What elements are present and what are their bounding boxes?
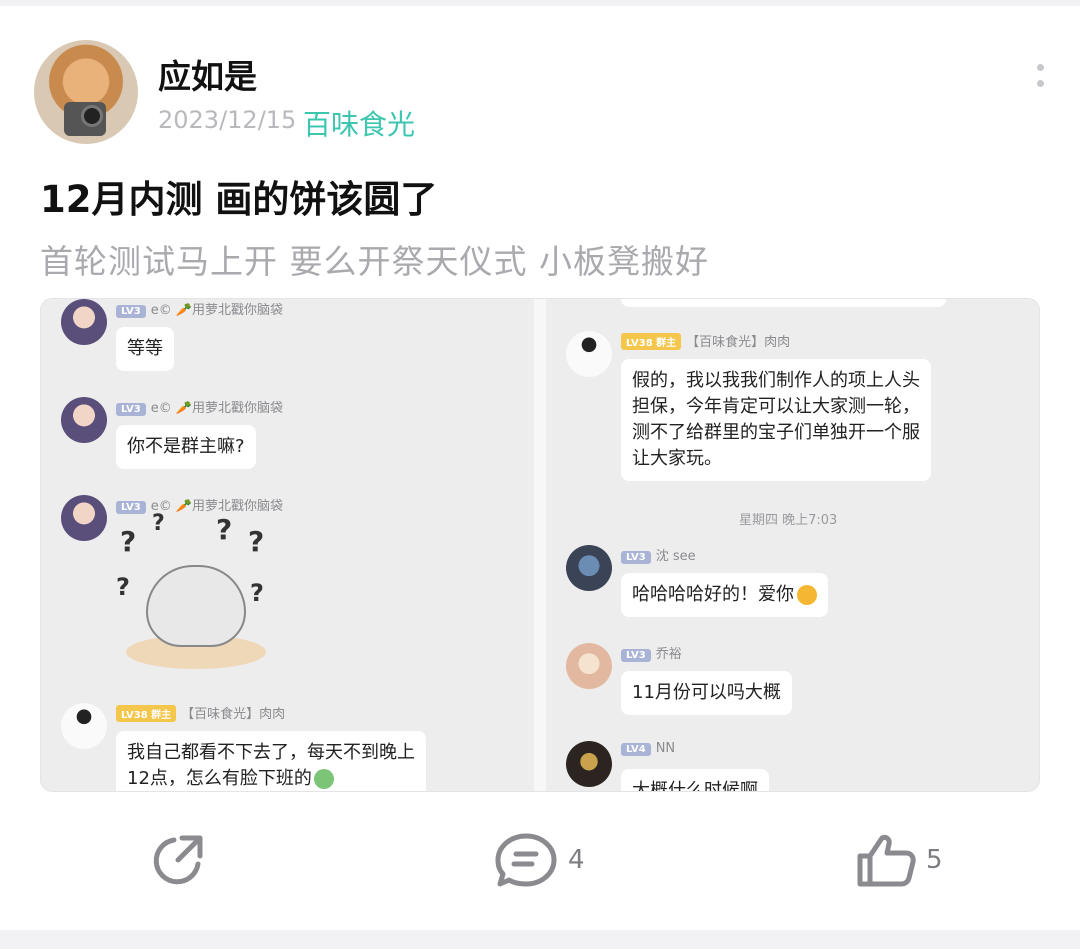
level-badge: LV3 <box>116 403 146 416</box>
chat-line: 12点，怎么有脸下班的 <box>127 766 415 791</box>
chat-bubble: 假的，我以我我们制作人的项上人头 担保，今年肯定可以让大家测一轮， 测不了给群里… <box>621 359 931 481</box>
heart-eyes-emoji-icon <box>797 585 817 605</box>
user-avatar[interactable] <box>34 40 138 144</box>
chat-pane-right: LV38 群主 【百味食光】肉肉 假的，我以我我们制作人的项上人头 担保，今年肯定… <box>546 299 1039 791</box>
chat-sender: e© 🥕用萝北戳你脑袋 <box>150 401 284 416</box>
level-badge: LV3 <box>116 305 146 318</box>
post-date: 2023/12/15 <box>158 106 297 134</box>
post-subtitle: 首轮测试马上开 要么开祭天仪式 小板凳搬好 <box>40 242 709 281</box>
chat-sender: e© 🥕用萝北戳你脑袋 <box>150 303 284 318</box>
chat-meta: LV38 群主 【百味食光】肉肉 <box>116 703 285 722</box>
chat-avatar <box>566 545 612 591</box>
like-button[interactable]: 5 <box>856 830 943 890</box>
chat-bubble: 哈哈哈哈好的！爱你 <box>621 573 828 617</box>
chat-bubble: 11月份可以吗大概 <box>621 671 792 715</box>
pane-divider <box>534 299 546 791</box>
post-image-chat-screenshot[interactable]: LV3 e© 🥕用萝北戳你脑袋 等等 LV3 e© 🥕用萝北戳你脑袋 你不是群主嘛?… <box>40 298 1040 792</box>
chat-sender: NN <box>655 741 676 756</box>
chat-avatar <box>61 299 107 345</box>
level-badge: LV3 <box>116 501 146 514</box>
confused-cat-sticker: ? ? ? ? ? ? <box>116 511 276 677</box>
share-button[interactable] <box>148 830 208 890</box>
level-badge: LV3 <box>621 649 651 662</box>
chat-text: 哈哈哈哈好的！爱你 <box>632 584 794 605</box>
chat-timestamp: 星期四 晚上7:03 <box>739 513 838 528</box>
chat-avatar <box>566 643 612 689</box>
chat-bubble: 大概什么时候啊 <box>621 769 769 791</box>
chat-sender: e© 🥕用萝北戳你脑袋 <box>150 499 284 514</box>
level-badge: LV4 <box>621 743 651 756</box>
chat-pane-left: LV3 e© 🥕用萝北戳你脑袋 等等 LV3 e© 🥕用萝北戳你脑袋 你不是群主嘛?… <box>41 299 534 791</box>
chat-line: 假的，我以我我们制作人的项上人头 <box>632 370 920 391</box>
chat-line: 我自己都看不下去了，每天不到晚上 <box>127 742 415 763</box>
chat-text: 12点，怎么有脸下班的 <box>127 768 312 789</box>
chat-line: 测不了给群里的宝子们单独开一个服 <box>632 422 920 443</box>
chat-bubble: 等等 <box>116 327 174 371</box>
chat-meta: LV38 群主 【百味食光】肉肉 <box>621 331 790 350</box>
chat-bubble: 你不是群主嘛? <box>116 425 256 469</box>
level-badge: LV38 群主 <box>621 333 682 350</box>
chat-bubble-partial <box>621 299 946 307</box>
channel-link[interactable]: 百味食光 <box>303 103 415 143</box>
chat-avatar <box>566 741 612 787</box>
level-badge: LV38 群主 <box>116 705 177 722</box>
emoji-icon <box>313 769 334 789</box>
post-title: 12月内测 画的饼该圆了 <box>40 178 438 221</box>
chat-avatar <box>61 703 107 749</box>
chat-bubble: 我自己都看不下去了，每天不到晚上 12点，怎么有脸下班的 <box>116 731 426 791</box>
post-action-bar: 4 5 <box>0 820 1080 900</box>
chat-sender: 乔裕 <box>655 647 682 662</box>
comment-count: 4 <box>568 845 585 875</box>
comment-icon <box>495 833 557 887</box>
comment-button[interactable]: 4 <box>494 830 585 890</box>
chat-meta: LV4 NN <box>621 741 675 756</box>
chat-meta: LV3 e© 🥕用萝北戳你脑袋 <box>116 495 283 514</box>
thumbs-up-icon <box>857 834 916 887</box>
chat-avatar <box>566 331 612 377</box>
chat-sender: 【百味食光】肉肉 <box>181 707 286 722</box>
share-icon <box>153 835 203 885</box>
username[interactable]: 应如是 <box>158 50 257 98</box>
chat-line: 担保，今年肯定可以让大家测一轮， <box>632 396 920 417</box>
chat-sender: 【百味食光】肉肉 <box>686 335 791 350</box>
chat-avatar <box>61 397 107 443</box>
chat-meta: LV3 e© 🥕用萝北戳你脑袋 <box>116 299 283 318</box>
chat-avatar <box>61 495 107 541</box>
more-options-icon[interactable] <box>1032 60 1048 94</box>
chat-meta: LV3 e© 🥕用萝北戳你脑袋 <box>116 397 283 416</box>
chat-line: 让大家玩。 <box>632 448 722 469</box>
chat-meta: LV3 乔裕 <box>621 643 682 662</box>
chat-meta: LV3 沈 see <box>621 545 696 564</box>
chat-sender: 沈 see <box>655 549 696 564</box>
like-count: 5 <box>926 845 943 875</box>
level-badge: LV3 <box>621 551 651 564</box>
avatar-phone-graphic <box>64 102 106 136</box>
